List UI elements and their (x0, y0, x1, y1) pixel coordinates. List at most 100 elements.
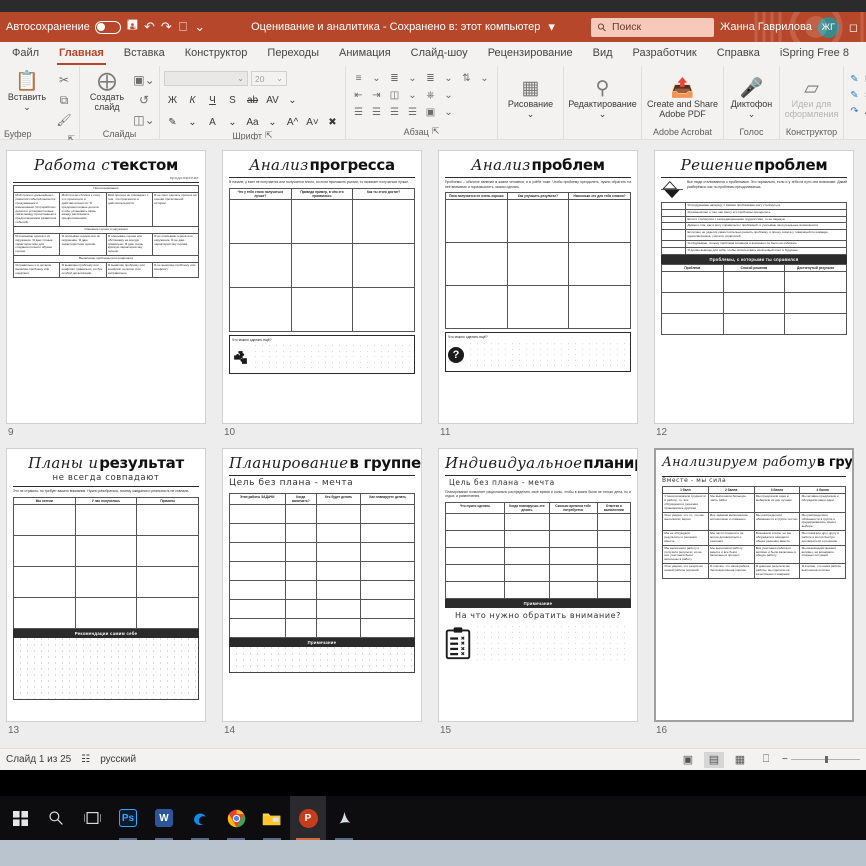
align-center-icon[interactable]: ☰ (368, 105, 385, 120)
slide-thumbnail-16[interactable]: Анализируем работу в группе Вместе - мы … (654, 448, 854, 722)
explorer-icon[interactable] (254, 796, 290, 840)
tab-ispring-suite[interactable]: iSpring Suite 9 (859, 42, 866, 66)
align-text-chevron-icon[interactable]: ⌄ (440, 88, 457, 103)
tab-slideshow[interactable]: Слайд-шоу (401, 42, 478, 66)
line-spacing-icon[interactable]: ≣ (422, 71, 439, 86)
drawing-chevron-down-icon[interactable]: ⌄ (527, 110, 535, 120)
tab-review[interactable]: Рецензирование (478, 42, 583, 66)
zoom-track[interactable] (791, 759, 860, 760)
columns-icon[interactable]: ◫ (386, 88, 403, 103)
convert-smartart-icon[interactable]: ▣ (422, 105, 439, 120)
cut-icon[interactable]: ✂ (53, 71, 75, 89)
design-ideas-button[interactable]: ▱ Идеи для оформления (782, 78, 842, 120)
tab-design[interactable]: Конструктор (175, 42, 258, 66)
change-case-chevron-icon[interactable]: ⌄ (264, 114, 281, 130)
tab-ispring-free[interactable]: iSpring Free 8 (770, 42, 859, 66)
justify-icon[interactable]: ☰ (404, 105, 421, 120)
autosave-control[interactable]: Автосохранение (6, 21, 121, 34)
slide-cell-12[interactable]: Решение проблем Все люди сталкиваются с … (650, 150, 866, 438)
create-share-pdf-button[interactable]: 📤 Create and Share Adobe PDF (644, 78, 722, 120)
underline-button[interactable]: Ч (204, 92, 221, 108)
tab-home[interactable]: Главная (49, 42, 114, 66)
line-spacing-chevron-icon[interactable]: ⌄ (440, 71, 457, 86)
zoom-out-button[interactable]: − (782, 754, 788, 765)
normal-view-button[interactable]: ▣ (678, 752, 698, 768)
zoom-knob[interactable] (825, 756, 828, 763)
shadow-button[interactable]: S (224, 92, 241, 108)
change-case-icon[interactable]: Aa (244, 114, 261, 130)
powerpoint-icon[interactable]: P (290, 796, 326, 840)
slide-thumbnail-9[interactable]: Работа с текстом продолжение Прогнозиров… (6, 150, 206, 424)
columns-chevron-icon[interactable]: ⌄ (404, 88, 421, 103)
slide-cell-13[interactable]: Планы и результат не всегда совпадают Эт… (2, 448, 218, 736)
view-controls[interactable]: ▣ ▤ ▦ ⎕ − (678, 752, 860, 768)
tab-view[interactable]: Вид (583, 42, 623, 66)
font-name-input[interactable]: ⌄ (164, 71, 248, 86)
numbering-icon[interactable]: ≣ (386, 71, 403, 86)
align-left-icon[interactable]: ☰ (350, 105, 367, 120)
strikethrough-button[interactable]: ab (244, 92, 261, 108)
task-view-icon[interactable] (74, 796, 110, 840)
start-icon[interactable] (2, 796, 38, 840)
slide-thumbnail-11[interactable]: Анализ проблем Проблемы – обычное явлени… (438, 150, 638, 424)
edge-icon[interactable] (182, 796, 218, 840)
save-icon[interactable]: 🖪 (127, 18, 138, 37)
slide-cell-14[interactable]: Планирование в группе Цель без плана - м… (218, 448, 434, 736)
highlight-chevron-icon[interactable]: ⌄ (184, 114, 201, 130)
convert-smartart-chevron-icon[interactable]: ⌄ (440, 105, 457, 120)
restore-icon[interactable]: ◻ (849, 21, 858, 34)
character-spacing-icon[interactable]: AV (264, 92, 281, 108)
undo-icon[interactable]: ↶ (144, 18, 155, 37)
language-label[interactable]: русский (100, 754, 136, 765)
tab-insert[interactable]: Вставка (114, 42, 175, 66)
font-color-icon[interactable]: A (204, 114, 221, 130)
send-for-signature-button[interactable]: ✎ Send for Signature (848, 89, 866, 102)
taskbar[interactable]: Ps W P (0, 796, 866, 840)
decrease-font-size-icon[interactable]: A˅ (304, 114, 321, 130)
copy-icon[interactable]: ⧉ (53, 91, 75, 109)
accessibility-icon[interactable]: ☷ (81, 754, 90, 765)
slide-sorter-workspace[interactable]: Работа с текстом продолжение Прогнозиров… (0, 140, 866, 748)
start-presentation-icon[interactable]: ⎕ (178, 18, 188, 37)
autosave-toggle[interactable] (95, 21, 121, 34)
paste-button[interactable]: 📋 Вставить ⌄ (4, 71, 50, 113)
agreement-status-button[interactable]: ↷ Agreement Status (848, 105, 866, 118)
dictate-chevron-down-icon[interactable]: ⌄ (748, 110, 756, 120)
slide-thumbnail-12[interactable]: Решение проблем Все люди сталкиваются с … (654, 150, 854, 424)
chrome-icon[interactable] (218, 796, 254, 840)
tab-animations[interactable]: Анимация (329, 42, 401, 66)
character-spacing-chevron-icon[interactable]: ⌄ (284, 92, 301, 108)
slide-cell-16[interactable]: Анализируем работу в группе Вместе - мы … (650, 448, 866, 736)
paste-chevron-down-icon[interactable]: ⌄ (23, 103, 31, 113)
italic-button[interactable]: К (184, 92, 201, 108)
slide-cell-10[interactable]: Анализ прогресса В начале, у всех не пол… (218, 150, 434, 438)
reading-view-button[interactable]: ▦ (730, 752, 750, 768)
increase-font-size-icon[interactable]: A^ (284, 114, 301, 130)
slide-sorter-view-button[interactable]: ▤ (704, 752, 724, 768)
slide-cell-15[interactable]: Индивидуальное планирование Цель без пла… (434, 448, 650, 736)
align-text-icon[interactable]: ⎈ (422, 88, 439, 103)
font-size-input[interactable]: 20 ⌄ (251, 71, 287, 86)
photoshop-icon[interactable]: Ps (110, 796, 146, 840)
font-name-chevron-down-icon[interactable]: ⌄ (237, 74, 244, 83)
increase-indent-icon[interactable]: ⇥ (368, 88, 385, 103)
decrease-indent-icon[interactable]: ⇤ (350, 88, 367, 103)
bullets-icon[interactable]: ≡ (350, 71, 367, 86)
text-direction-icon[interactable]: ⇅ (458, 71, 475, 86)
new-slide-button[interactable]: ⨁ Создать слайд (84, 71, 130, 113)
ribbon-tab-bar[interactable]: Файл Главная Вставка Конструктор Переход… (0, 42, 866, 66)
layout-icon[interactable]: ▣⌄ (133, 71, 155, 89)
search-icon[interactable] (38, 796, 74, 840)
section-icon[interactable]: ◫⌄ (133, 111, 155, 129)
reset-icon[interactable]: ↺ (133, 91, 155, 109)
bold-button[interactable]: Ж (164, 92, 181, 108)
slideshow-view-button[interactable]: ⎕ (756, 752, 776, 768)
dictate-button[interactable]: 🎤 Диктофон ⌄ (726, 78, 778, 120)
slide-thumbnail-10[interactable]: Анализ прогресса В начале, у всех не пол… (222, 150, 422, 424)
tab-help[interactable]: Справка (707, 42, 770, 66)
slide-thumbnail-13[interactable]: Планы и результат не всегда совпадают Эт… (6, 448, 206, 722)
tab-transitions[interactable]: Переходы (257, 42, 329, 66)
search-input[interactable]: ⚲ Поиск (591, 18, 714, 37)
bullets-chevron-icon[interactable]: ⌄ (368, 71, 385, 86)
acrobat-icon[interactable] (326, 796, 362, 840)
